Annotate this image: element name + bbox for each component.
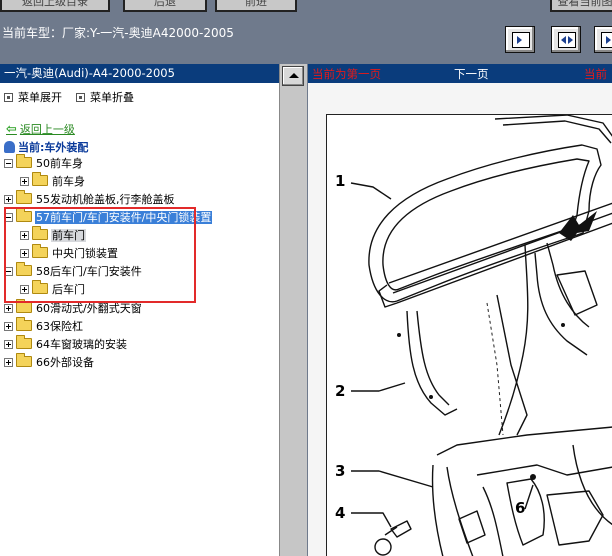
back-to-parent-label: 返回上一级 bbox=[19, 123, 75, 136]
tree-item-55[interactable]: 55发动机舱盖板,行李舱盖板 bbox=[4, 190, 176, 208]
expand-icon[interactable] bbox=[4, 322, 13, 331]
current-location-icon bbox=[4, 141, 15, 153]
tree-item-64[interactable]: 64车窗玻璃的安装 bbox=[4, 335, 128, 353]
collapse-icon[interactable] bbox=[4, 159, 13, 168]
view-current-image-button[interactable]: 查看当前图 bbox=[550, 0, 612, 12]
tree-item-label: 55发动机舱盖板,行李舱盖板 bbox=[36, 193, 175, 206]
folder-icon bbox=[16, 353, 32, 367]
expand-icon[interactable] bbox=[20, 177, 29, 186]
expand-icon[interactable] bbox=[4, 358, 13, 367]
collapse-all-icon bbox=[76, 93, 85, 102]
folder-icon bbox=[16, 317, 32, 331]
expand-all-icon bbox=[4, 93, 13, 102]
back-button[interactable]: 后退 bbox=[123, 0, 207, 12]
page-nav-bar: 当前为第一页 下一页 当前 bbox=[308, 64, 612, 83]
back-to-parent-link[interactable]: ⇦ 返回上一级 bbox=[6, 121, 75, 137]
tree-item-label: 63保险杠 bbox=[36, 320, 83, 333]
actual-size-button[interactable] bbox=[594, 26, 612, 53]
current-model-label: 当前车型： bbox=[2, 26, 63, 40]
fit-page-button[interactable] bbox=[505, 26, 535, 53]
tree-item-50[interactable]: 50前车身 bbox=[4, 154, 84, 172]
fit-width-button[interactable] bbox=[551, 26, 581, 53]
fit-width-icon bbox=[558, 32, 576, 48]
toolbar: 返回上级目录 后退 前进 查看当前图 当前车型：厂家:Y-一汽-奥迪A42000… bbox=[0, 0, 612, 60]
expand-all-menu[interactable]: 菜单展开 bbox=[4, 89, 62, 105]
tree-item-66[interactable]: 66外部设备 bbox=[4, 353, 95, 371]
tree-item-label: 前车身 bbox=[52, 175, 85, 188]
current-page-indicator: 当前 bbox=[584, 67, 607, 81]
callout-3: 3 bbox=[335, 462, 346, 480]
callout-4: 4 bbox=[335, 504, 346, 522]
callout-2: 2 bbox=[335, 382, 346, 400]
next-page-link[interactable]: 下一页 bbox=[454, 66, 489, 82]
diagram-page: 1 2 3 4 6 bbox=[326, 114, 612, 556]
current-model-value: 厂家:Y-一汽-奥迪A42000-2005 bbox=[62, 26, 234, 40]
tree-panel: 一汽-奥迪(Audi)-A4-2000-2005 菜单展开 菜单折叠 ⇦ 返回上一… bbox=[0, 64, 279, 556]
current-model: 当前车型：厂家:Y-一汽-奥迪A42000-2005 bbox=[2, 24, 234, 41]
current-category: 当前:车外装配 bbox=[4, 139, 88, 155]
tree-item-front-body[interactable]: 前车身 bbox=[20, 172, 86, 190]
folder-icon bbox=[16, 335, 32, 349]
forward-button[interactable]: 前进 bbox=[215, 0, 297, 12]
tree-item-label: 66外部设备 bbox=[36, 356, 94, 369]
scroll-up-button[interactable] bbox=[282, 66, 304, 86]
folder-icon bbox=[32, 172, 48, 186]
tree-item-label: 60滑动式/外翻式天窗 bbox=[36, 302, 142, 315]
expand-icon[interactable] bbox=[4, 304, 13, 313]
tree-item-label: 64车窗玻璃的安装 bbox=[36, 338, 127, 351]
tree-scrollbar[interactable] bbox=[279, 64, 307, 556]
door-assembly-diagram bbox=[350, 115, 612, 556]
first-page-indicator: 当前为第一页 bbox=[312, 67, 381, 81]
fit-page-icon bbox=[512, 32, 530, 48]
tree-item-63[interactable]: 63保险杠 bbox=[4, 317, 84, 335]
tree-item-60[interactable]: 60滑动式/外翻式天窗 bbox=[4, 299, 143, 317]
collapse-all-label: 菜单折叠 bbox=[90, 91, 134, 104]
folder-icon bbox=[16, 190, 32, 204]
diagram-viewer[interactable]: 1 2 3 4 6 bbox=[308, 83, 612, 556]
expand-icon[interactable] bbox=[4, 195, 13, 204]
current-category-label: 当前:车外装配 bbox=[18, 141, 89, 154]
tree-header: 一汽-奥迪(Audi)-A4-2000-2005 bbox=[0, 64, 279, 83]
annotation-highlight-box bbox=[4, 207, 196, 303]
back-arrow-icon: ⇦ bbox=[6, 122, 17, 137]
collapse-all-menu[interactable]: 菜单折叠 bbox=[76, 89, 134, 105]
actual-size-icon bbox=[601, 32, 612, 48]
callout-1: 1 bbox=[335, 172, 346, 190]
callout-6: 6 bbox=[515, 499, 526, 517]
folder-icon bbox=[16, 154, 32, 168]
expand-all-label: 菜单展开 bbox=[18, 91, 62, 104]
back-to-parent-button[interactable]: 返回上级目录 bbox=[0, 0, 110, 12]
expand-icon[interactable] bbox=[4, 340, 13, 349]
folder-icon bbox=[16, 299, 32, 313]
tree-item-label: 50前车身 bbox=[36, 157, 83, 170]
